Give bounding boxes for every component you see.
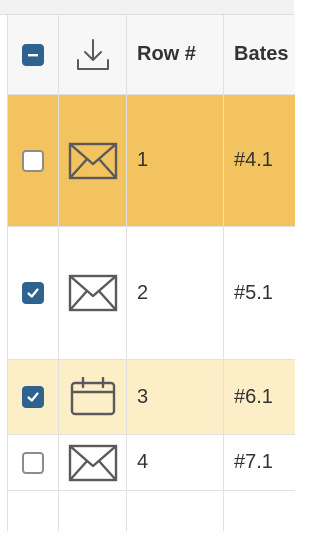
envelope-icon[interactable]: [68, 444, 118, 482]
select-all-cell: [8, 15, 59, 94]
row-number-header-label: Row #: [137, 43, 196, 65]
row-type-cell: [59, 227, 127, 359]
table-row[interactable]: [8, 491, 295, 531]
row-number-header[interactable]: Row #: [127, 15, 224, 94]
row-type-cell: [59, 491, 127, 531]
minus-icon: [28, 53, 38, 56]
row-select-cell: [8, 95, 59, 226]
row-number-cell: 1: [127, 95, 224, 226]
envelope-icon[interactable]: [68, 142, 118, 180]
row-number-cell: 2: [127, 227, 224, 359]
table-row[interactable]: 4 #7.1: [8, 435, 295, 491]
row-number: 3: [137, 385, 149, 408]
bates-number: #4.1: [234, 149, 273, 171]
row-checkbox[interactable]: [22, 149, 44, 172]
row-select-cell: [8, 435, 59, 490]
row-checkbox[interactable]: [22, 451, 44, 474]
calendar-icon[interactable]: [69, 377, 117, 417]
top-bar: [0, 0, 294, 15]
bates-number: #6.1: [234, 385, 273, 408]
row-type-cell: [59, 95, 127, 226]
document-table: Row # Bates 1 #4.1 2 #5.1 3 #6.1 4 #7.1: [7, 15, 295, 531]
row-checkbox[interactable]: [22, 386, 44, 408]
row-number-cell: [127, 491, 224, 531]
row-number: 4: [137, 451, 149, 473]
envelope-icon[interactable]: [68, 274, 118, 312]
bates-cell: [224, 491, 295, 531]
row-number-cell: 4: [127, 435, 224, 490]
table-row[interactable]: 2 #5.1: [8, 227, 295, 360]
row-number: 2: [137, 281, 149, 304]
bates-number: #5.1: [234, 281, 273, 304]
table-header: Row # Bates: [8, 15, 295, 95]
checkmark-icon: [27, 392, 39, 402]
row-select-cell: [8, 491, 59, 531]
table-row[interactable]: 3 #6.1: [8, 360, 295, 435]
download-icon[interactable]: [74, 36, 112, 74]
select-all-checkbox[interactable]: [22, 43, 44, 66]
checkmark-icon: [27, 288, 39, 298]
bates-cell: #6.1: [224, 360, 295, 434]
row-type-cell: [59, 360, 127, 434]
row-checkbox[interactable]: [22, 282, 44, 304]
row-type-cell: [59, 435, 127, 490]
bates-header[interactable]: Bates: [224, 15, 295, 94]
row-number: 1: [137, 149, 149, 171]
bates-number: #7.1: [234, 451, 273, 473]
bates-cell: #5.1: [224, 227, 295, 359]
bates-cell: #4.1: [224, 95, 295, 226]
download-header-cell: [59, 15, 127, 94]
row-select-cell: [8, 227, 59, 359]
row-select-cell: [8, 360, 59, 434]
bates-header-label: Bates: [234, 43, 289, 65]
bates-cell: #7.1: [224, 435, 295, 490]
row-number-cell: 3: [127, 360, 224, 434]
table-row[interactable]: 1 #4.1: [8, 95, 295, 227]
